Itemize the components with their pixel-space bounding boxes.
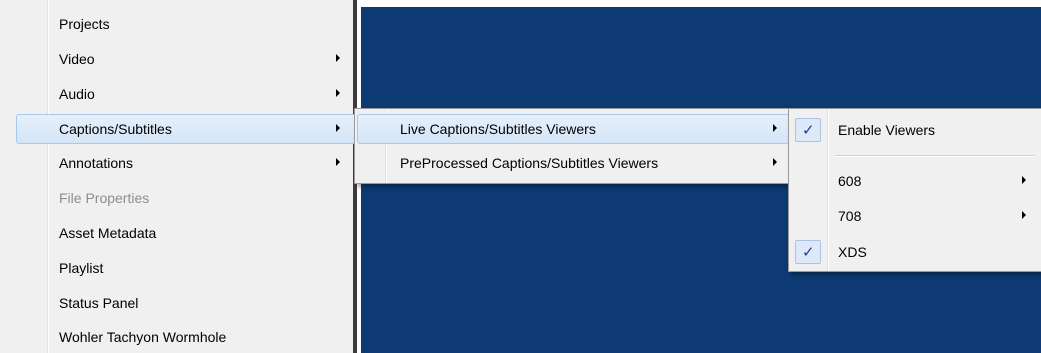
menu-item-live-captions-viewers[interactable]: Live Captions/Subtitles Viewers: [357, 114, 789, 144]
checkmark-icon: ✓: [802, 121, 815, 139]
menu-item-label: Video: [59, 51, 95, 67]
menu-item-label: Wohler Tachyon Wormhole: [59, 329, 227, 345]
checkmark-icon: ✓: [802, 243, 815, 261]
submenu-arrow-icon: [336, 158, 340, 166]
menu-item-audio[interactable]: Audio: [16, 79, 357, 109]
submenu-arrow-icon: [336, 54, 340, 62]
menu-item-label: Annotations: [59, 155, 133, 171]
menu-item-708[interactable]: 708: [791, 201, 1041, 231]
menu-item-playlist[interactable]: Playlist: [16, 253, 357, 283]
viewers-submenu: ✓ Enable Viewers 608 708 ✓ XDS: [788, 108, 1041, 272]
captions-submenu: Live Captions/Subtitles Viewers PreProce…: [354, 108, 792, 184]
menu-item-label: Audio: [59, 86, 95, 102]
submenu-arrow-icon: [336, 89, 340, 97]
menu-item-label: 708: [838, 208, 862, 224]
menu-item-label: PreProcessed Captions/Subtitles Viewers: [400, 155, 659, 171]
menu-item-annotations[interactable]: Annotations: [16, 148, 357, 178]
menu-item-label: Asset Metadata: [59, 225, 157, 241]
menu-item-label: File Properties: [59, 190, 150, 206]
submenu-arrow-icon: [336, 124, 340, 132]
menu-item-video[interactable]: Video: [16, 44, 357, 74]
menu-item-label: Enable Viewers: [838, 122, 936, 138]
submenu-arrow-icon: [1022, 176, 1026, 184]
menu-item-captions-subtitles[interactable]: Captions/Subtitles: [16, 114, 357, 144]
menu-item-enable-viewers[interactable]: ✓ Enable Viewers: [791, 115, 1041, 145]
menu-item-asset-metadata[interactable]: Asset Metadata: [16, 218, 357, 248]
menu-separator: [835, 155, 1035, 157]
menu-item-label: Projects: [59, 16, 110, 32]
main-menu: Projects Video Audio Captions/Subtitles …: [0, 0, 357, 353]
check-indicator: ✓: [795, 118, 821, 142]
submenu-arrow-icon: [773, 124, 777, 132]
menu-item-file-properties: File Properties: [16, 183, 357, 213]
check-indicator: ✓: [795, 240, 821, 264]
menu-item-label: 608: [838, 173, 862, 189]
menu-item-label: Captions/Subtitles: [59, 121, 172, 137]
menu-item-label: Playlist: [59, 260, 104, 276]
submenu-arrow-icon: [773, 158, 777, 166]
menu-item-608[interactable]: 608: [791, 166, 1041, 196]
menu-item-label: Status Panel: [59, 295, 139, 311]
menu-item-preprocessed-captions-viewers[interactable]: PreProcessed Captions/Subtitles Viewers: [357, 148, 789, 178]
menu-item-label: Live Captions/Subtitles Viewers: [400, 121, 596, 137]
menu-item-projects[interactable]: Projects: [16, 9, 357, 39]
menu-item-xds[interactable]: ✓ XDS: [791, 237, 1041, 267]
submenu-arrow-icon: [1022, 211, 1026, 219]
menu-item-wohler-tachyon-wormhole[interactable]: Wohler Tachyon Wormhole: [16, 322, 357, 352]
menu-item-status-panel[interactable]: Status Panel: [16, 288, 357, 318]
menu-item-label: XDS: [838, 244, 867, 260]
